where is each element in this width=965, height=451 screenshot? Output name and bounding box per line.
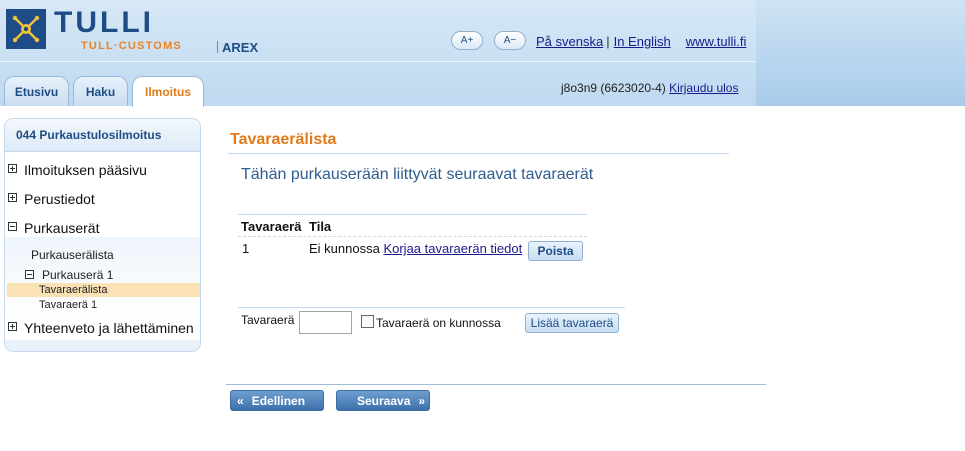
sidebar-subitem-tavaraeralista[interactable]: Tavaraerälista [39,284,107,296]
title-divider [228,153,729,154]
sidebar: 044 Purkaustulosilmoitus Ilmoituksen pää… [4,118,201,352]
sidebar-item-ilmoituksen-paasivu[interactable]: Ilmoituksen pääsivu [5,162,200,180]
item-ok-label: Tavaraerä on kunnossa [376,316,501,330]
item-number-input[interactable] [299,311,352,334]
customs-emblem-icon [6,9,46,49]
table-top-divider [238,214,587,215]
sidebar-subitem-tavaraera-1[interactable]: Tavaraerä 1 [39,299,97,311]
sidebar-subitem-purkausera-1[interactable]: Purkauserä 1 [42,268,113,282]
sidebar-item-yhteenveto[interactable]: Yhteenveto ja lähettäminen [5,320,200,338]
form-divider [238,307,625,308]
header-divider [0,61,756,62]
table-header-divider [238,236,587,237]
collapse-minus-icon[interactable] [25,270,34,279]
row-status: Ei kunnossa Korjaa tavaraerän tiedot [309,241,522,256]
sidebar-item-label: Yhteenveto ja lähettäminen [24,320,194,336]
item-number-label: Tavaraerä [241,313,295,327]
sidebar-footer [5,340,200,351]
sidebar-subitem-purkauseralista[interactable]: Purkauserälista [31,248,114,262]
expand-plus-icon[interactable] [8,164,17,173]
language-links: På svenska | In English www.tulli.fi [536,34,746,49]
sidebar-title: 044 Purkaustulosilmoitus [5,119,200,152]
user-info: j8o3n9 (6623020-4) Kirjaudu ulos [561,81,738,95]
add-item-button[interactable]: Lisää tavaraerä [525,313,619,333]
next-label: Seuraava [357,393,411,408]
tab-etusivu[interactable]: Etusivu [4,76,69,106]
fix-item-link[interactable]: Korjaa tavaraerän tiedot [383,241,522,256]
column-header-tavaraera: Tavaraerä [241,219,302,234]
app-name: AREX [222,40,259,55]
header: TULLI TULL·CUSTOMS AREX A+ A− På svenska… [0,0,965,107]
tab-ilmoitus[interactable]: Ilmoitus [132,76,204,107]
sidebar-item-purkauserat[interactable]: Purkauserät [5,220,200,238]
page-title: Tavaraerälista [230,131,337,148]
row-item-number: 1 [242,241,250,256]
font-decrease-button[interactable]: A− [494,31,526,50]
user-id: j8o3n9 (6623020-4) [561,81,666,95]
double-left-arrow-icon: « [237,393,244,408]
sidebar-item-label: Purkauserät [24,220,100,236]
sidebar-item-label: Ilmoituksen pääsivu [24,162,147,178]
logo-subtext: TULL·CUSTOMS [81,40,182,52]
status-text: Ei kunnossa [309,241,380,256]
double-right-arrow-icon: » [418,393,426,408]
sidebar-item-perustiedot[interactable]: Perustiedot [5,191,200,209]
delete-button[interactable]: Poista [528,241,583,261]
swedish-link[interactable]: På svenska [536,34,603,49]
expand-plus-icon[interactable] [8,193,17,202]
column-header-tila: Tila [309,219,332,234]
sidebar-item-label: Perustiedot [24,191,95,207]
intro-text: Tähän purkauserään liittyvät seuraavat t… [241,166,594,183]
item-ok-checkbox[interactable] [361,315,374,328]
english-link[interactable]: In English [614,34,671,49]
link-separator: | [606,34,610,49]
next-button[interactable]: Seuraava » [336,390,430,411]
font-increase-button[interactable]: A+ [451,31,483,50]
logo-text: TULLI [54,6,154,39]
tab-haku[interactable]: Haku [73,76,128,106]
previous-label: Edellinen [251,393,306,408]
previous-button[interactable]: « Edellinen [230,390,324,411]
logo-separator [217,41,218,53]
bottom-divider [226,384,766,385]
expand-plus-icon[interactable] [8,322,17,331]
tulli-site-link[interactable]: www.tulli.fi [686,34,747,49]
logout-link[interactable]: Kirjaudu ulos [669,81,738,95]
collapse-minus-icon[interactable] [8,222,17,231]
